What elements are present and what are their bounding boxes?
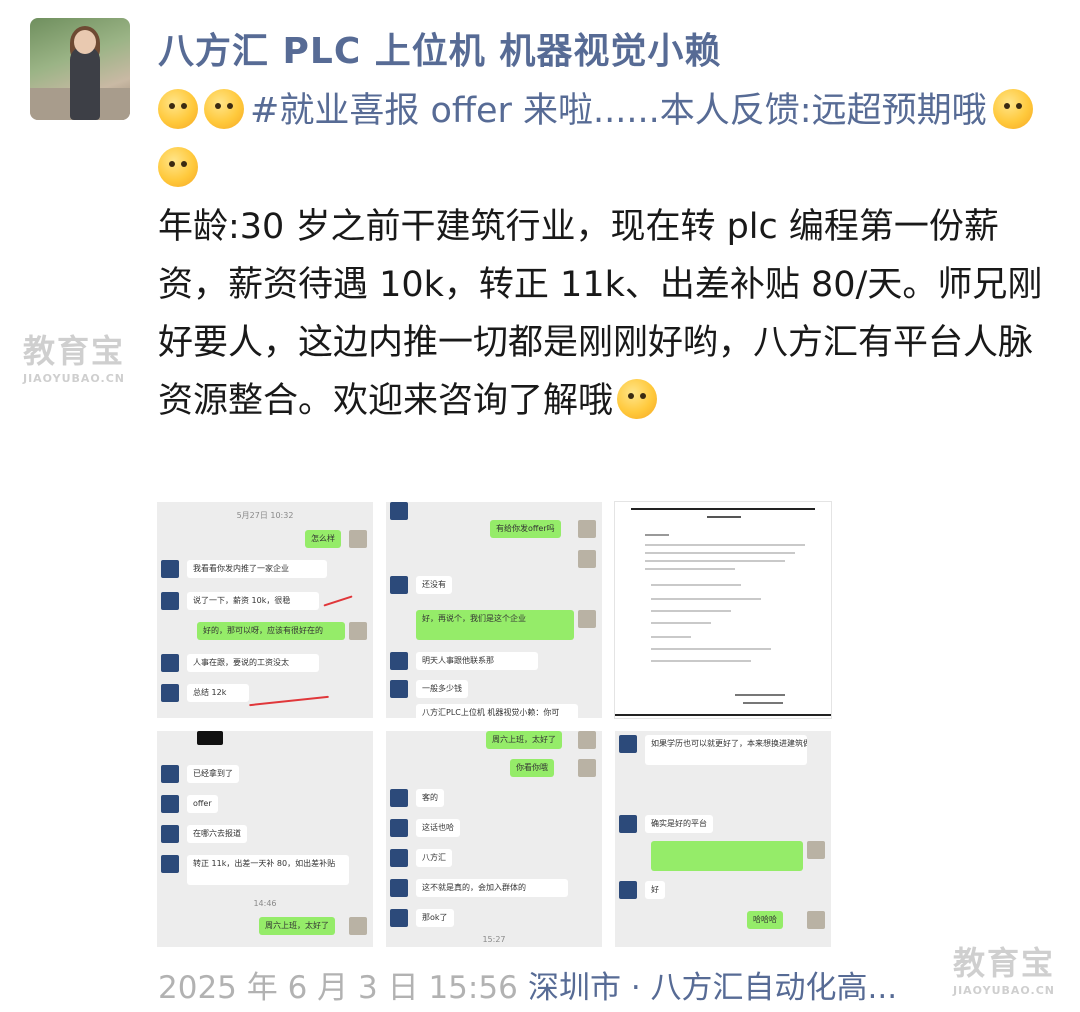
post-text: #就业喜报 offer 来啦......本人反馈:远超预期哦 年龄:30 岁之前… <box>158 82 1048 430</box>
chat-avatar <box>578 550 596 568</box>
redaction-block <box>197 731 223 745</box>
chat-screenshot-2[interactable]: 有给你发offer吗 还没有 好，再说个，我们是这个企业 明天人事跟他联系那 一… <box>386 502 602 718</box>
chat-avatar <box>161 795 179 813</box>
chat-bubble: 好，再说个，我们是这个企业 <box>416 610 574 640</box>
chat-avatar <box>578 520 596 538</box>
avatar-figure <box>70 46 100 120</box>
chat-avatar <box>390 502 408 520</box>
chat-bubble: 确实是好的平台 <box>645 815 713 833</box>
chat-bubble: 有给你发offer吗 <box>490 520 561 538</box>
author-avatar[interactable] <box>30 18 130 120</box>
chat-avatar <box>349 622 367 640</box>
chat-avatar <box>619 881 637 899</box>
chat-avatar <box>161 855 179 873</box>
chat-bubble: 客的 <box>416 789 444 807</box>
chat-bubble: offer <box>187 795 218 813</box>
chat-screenshot-1[interactable]: 5月27日 10:32 怎么样 我看看你发内推了一家企业 说了一下，薪资 10k… <box>157 502 373 718</box>
chat-bubble: 总结 12k <box>187 684 249 702</box>
chat-bubble: 还没有 <box>416 576 452 594</box>
shushing-face-icon <box>158 147 198 187</box>
chat-bubble: 我看看你发内推了一家企业 <box>187 560 327 578</box>
post-location[interactable]: 深圳市 · 八方汇自动化高... <box>528 962 897 1007</box>
post-hashtag[interactable]: #就业喜报 offer 来啦......本人反馈:远超预期哦 <box>250 91 987 131</box>
chat-avatar <box>161 765 179 783</box>
saluting-face-icon <box>204 89 244 129</box>
shushing-face-icon <box>992 89 1033 129</box>
chat-avatar <box>161 654 179 672</box>
chat-avatar <box>578 731 596 749</box>
chat-avatar <box>390 789 408 807</box>
chat-bubble: 已经拿到了 <box>187 765 239 783</box>
chat-bubble: 你看你哦 <box>510 759 554 777</box>
post-body: 年龄:30 岁之前干建筑行业，现在转 plc 编程第一份薪资，薪资待遇 10k，… <box>158 207 1043 421</box>
chat-avatar <box>390 576 408 594</box>
chat-avatar <box>578 610 596 628</box>
chat-avatar <box>619 815 637 833</box>
offer-document-image[interactable] <box>615 502 831 718</box>
chat-bubble: 怎么样 <box>305 530 341 548</box>
chat-avatar <box>349 530 367 548</box>
watermark: 教育宝 JIAOYUBAO.CN <box>22 332 126 385</box>
watermark: 教育宝 JIAOYUBAO.CN <box>952 944 1056 997</box>
chat-bubble: 这话也哈 <box>416 819 460 837</box>
chat-bubble: 如果学历也可以就更好了，本来想换进建筑做不下去的，不好找 <box>645 735 807 765</box>
chat-bubble <box>651 841 803 871</box>
chat-screenshot-4[interactable]: 已经拿到了 offer 在哪六去报道 转正 11k，出差一天补 80，如出差补贴… <box>157 731 373 947</box>
chat-avatar <box>161 825 179 843</box>
chat-bubble: 哈哈哈 <box>747 911 783 929</box>
chat-avatar <box>390 909 408 927</box>
chat-bubble: 周六上班，太好了 <box>486 731 562 749</box>
red-arrow-annotation <box>323 595 353 607</box>
chat-bubble: 八方汇 <box>416 849 452 867</box>
chat-bubble: 好 <box>645 881 665 899</box>
chat-bubble: 人事在跟，要说的工资没太 <box>187 654 319 672</box>
chat-bubble: 明天人事跟他联系那 <box>416 652 538 670</box>
chat-avatar <box>390 819 408 837</box>
chat-avatar <box>390 849 408 867</box>
saluting-face-icon <box>158 89 198 129</box>
chat-bubble: 在哪六去报道 <box>187 825 247 843</box>
chat-timestamp: 14:46 <box>253 899 277 908</box>
chat-avatar <box>349 917 367 935</box>
avatar-face <box>74 30 96 54</box>
red-arrow-annotation <box>249 695 329 707</box>
chat-bubble: 这不就是真的，会加入群体的 <box>416 879 568 897</box>
smirking-face-icon <box>617 379 658 419</box>
chat-bubble: 转正 11k，出差一天补 80，如出差补贴 <box>187 855 349 885</box>
chat-avatar <box>390 652 408 670</box>
chat-screenshot-6[interactable]: 如果学历也可以就更好了，本来想换进建筑做不下去的，不好找 确实是好的平台 好 哈… <box>615 731 831 947</box>
chat-avatar <box>161 560 179 578</box>
chat-timestamp: 5月27日 10:32 <box>236 511 294 520</box>
chat-bubble: 一般多少钱 <box>416 680 468 698</box>
chat-timestamp: 15:27 <box>482 935 506 944</box>
chat-bubble: 说了一下，薪资 10k，很稳 <box>187 592 319 610</box>
chat-avatar <box>807 841 825 859</box>
chat-bubble: 那ok了 <box>416 909 454 927</box>
post-timestamp: 2025 年 6 月 3 日 15:56 <box>158 970 518 1006</box>
chat-bubble: 周六上班，太好了 <box>259 917 335 935</box>
chat-bubble: 好的，那可以呀，应该有很好在的 <box>197 622 345 640</box>
chat-avatar <box>390 879 408 897</box>
chat-avatar <box>161 684 179 702</box>
chat-avatar <box>390 680 408 698</box>
chat-screenshot-5[interactable]: 周六上班，太好了 你看你哦 客的 这话也哈 八方汇 这不就是真的，会加入群体的 … <box>386 731 602 947</box>
chat-avatar <box>161 592 179 610</box>
chat-avatar <box>807 911 825 929</box>
chat-avatar <box>578 759 596 777</box>
chat-avatar <box>619 735 637 753</box>
author-name[interactable]: 八方汇 PLC 上位机 机器视觉小赖 <box>158 22 721 74</box>
chat-bubble: 八方汇PLC上位机 机器视觉小赖：你可 <box>416 704 578 718</box>
